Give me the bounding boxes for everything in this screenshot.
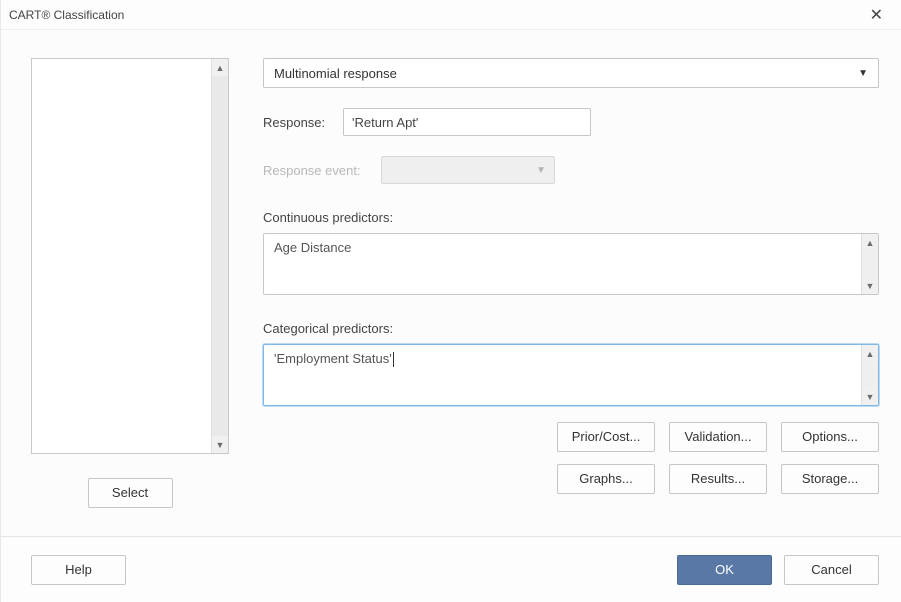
response-event-dropdown: ▼ [381,156,555,184]
right-column: Multinomial response ▼ Response: 'Return… [263,58,879,528]
window-title: CART® Classification [9,8,124,22]
response-input[interactable]: 'Return Apt' [343,108,591,136]
help-button[interactable]: Help [31,555,126,585]
ok-button[interactable]: OK [677,555,772,585]
continuous-predictors-input[interactable]: Age Distance ▲ ▼ [263,233,879,295]
response-type-dropdown[interactable]: Multinomial response ▼ [263,58,879,88]
dialog-footer: Help OK Cancel [1,536,901,602]
storage-button[interactable]: Storage... [781,464,879,494]
continuous-scrollbar[interactable]: ▲ ▼ [861,234,878,294]
variable-listbox-inner [32,59,211,453]
categorical-predictors-label: Categorical predictors: [263,321,879,336]
response-row: Response: 'Return Apt' [263,108,879,136]
titlebar: CART® Classification ✕ [1,0,901,30]
scroll-down-icon[interactable]: ▼ [862,277,878,294]
scroll-track [862,362,878,388]
close-icon[interactable]: ✕ [862,1,891,29]
response-type-value: Multinomial response [274,66,397,81]
categorical-predictors-value: 'Employment Status' [274,351,392,366]
dialog-window: CART® Classification ✕ ▲ ▼ Select Multin… [0,0,901,602]
text-cursor [393,352,394,367]
dialog-body: ▲ ▼ Select Multinomial response ▼ Respon… [1,30,901,536]
scroll-up-icon[interactable]: ▲ [862,345,878,362]
options-button-grid: Prior/Cost... Validation... Options... G… [263,422,879,496]
chevron-down-icon: ▼ [858,68,868,79]
response-value: 'Return Apt' [352,115,418,130]
cancel-button[interactable]: Cancel [784,555,879,585]
scroll-down-icon[interactable]: ▼ [862,388,878,405]
validation-button[interactable]: Validation... [669,422,767,452]
categorical-predictors-input[interactable]: 'Employment Status' ▲ ▼ [263,344,879,406]
graphs-button[interactable]: Graphs... [557,464,655,494]
scroll-down-icon[interactable]: ▼ [212,436,228,453]
select-button[interactable]: Select [88,478,173,508]
variable-listbox[interactable]: ▲ ▼ [31,58,229,454]
listbox-scrollbar[interactable]: ▲ ▼ [211,59,228,453]
response-label: Response: [263,115,331,130]
continuous-predictors-label: Continuous predictors: [263,210,879,225]
continuous-predictors-value: Age Distance [274,240,351,255]
categorical-scrollbar[interactable]: ▲ ▼ [861,345,878,405]
results-button[interactable]: Results... [669,464,767,494]
options-button[interactable]: Options... [781,422,879,452]
left-column: ▲ ▼ Select [31,58,229,528]
chevron-down-icon: ▼ [536,165,546,176]
scroll-up-icon[interactable]: ▲ [212,59,228,76]
response-event-label: Response event: [263,163,369,178]
response-event-row: Response event: ▼ [263,156,879,184]
scroll-up-icon[interactable]: ▲ [862,234,878,251]
scroll-track [862,251,878,277]
prior-cost-button[interactable]: Prior/Cost... [557,422,655,452]
scroll-thumb[interactable] [212,76,228,436]
